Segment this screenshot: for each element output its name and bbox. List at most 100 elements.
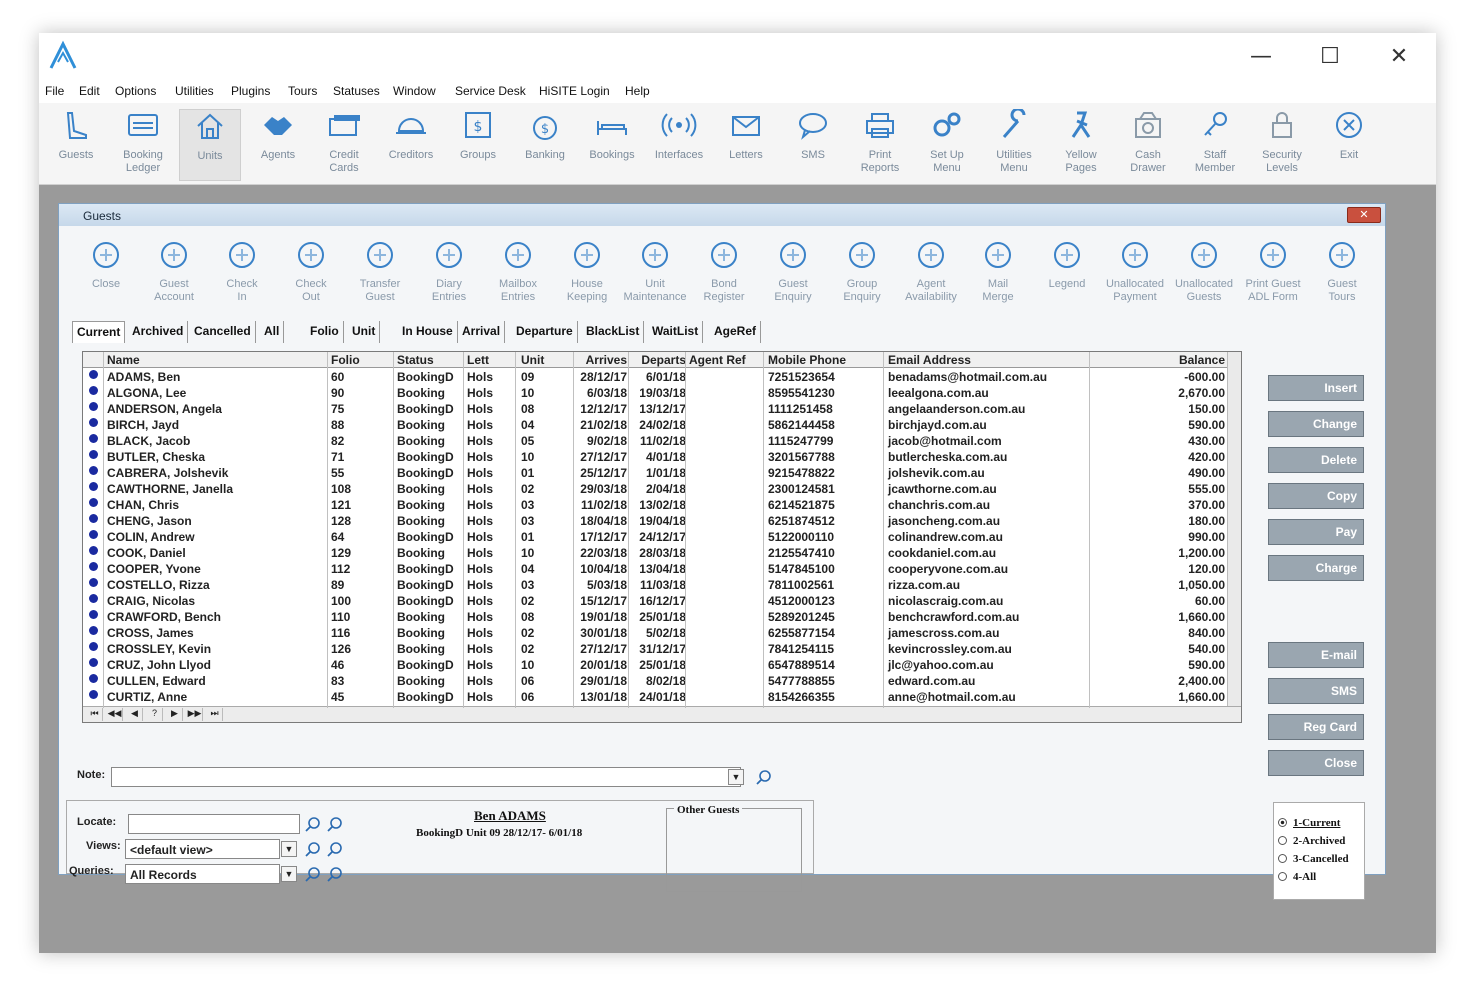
record-nav-button[interactable]: ◀◀ bbox=[107, 708, 123, 721]
column-header[interactable]: Mobile Phone bbox=[768, 353, 846, 367]
menu-tours[interactable]: Tours bbox=[288, 84, 317, 98]
column-header[interactable]: Email Address bbox=[888, 353, 971, 367]
email-button[interactable]: E-mail bbox=[1268, 642, 1364, 668]
tab-in-house[interactable]: In House bbox=[398, 321, 458, 343]
note-input[interactable] bbox=[111, 767, 741, 787]
guests-toolbar-mail-merge-button[interactable]: Mail Merge bbox=[965, 238, 1031, 310]
guests-toolbar-guest-enquiry-button[interactable]: Guest Enquiry bbox=[760, 238, 826, 310]
toolbar-guests-button[interactable]: Guests bbox=[45, 109, 107, 181]
table-row[interactable]: CHAN, Chris 121 Booking Hols 03 11/02/18 13/02… bbox=[83, 497, 1229, 513]
table-row[interactable]: ANDERSON, Angela 75 BookingD Hols 08 12/12/17… bbox=[83, 401, 1229, 417]
table-row[interactable]: CULLEN, Edward 83 Booking Hols 06 29/01/18 8/0… bbox=[83, 673, 1229, 689]
radio-current[interactable]: 1-Current bbox=[1278, 817, 1340, 829]
table-row[interactable]: CURTIZ, Anne 45 BookingD Hols 06 13/01/18 24/0… bbox=[83, 689, 1229, 705]
tab-waitlist[interactable]: WaitList bbox=[648, 321, 704, 343]
table-row[interactable]: BIRCH, Jayd 88 Booking Hols 04 21/02/18 24/02/… bbox=[83, 417, 1229, 433]
charge-button[interactable]: Charge bbox=[1268, 555, 1364, 581]
tab-current[interactable]: Current bbox=[72, 321, 126, 343]
toolbar-print-reports-button[interactable]: Print Reports bbox=[849, 109, 911, 181]
column-header[interactable]: Departs bbox=[630, 353, 686, 367]
guests-toolbar-close-button[interactable]: Close bbox=[73, 238, 139, 310]
guests-toolbar-transfer-guest-button[interactable]: Transfer Guest bbox=[347, 238, 413, 310]
search-icon[interactable] bbox=[305, 841, 321, 857]
table-row[interactable]: CHENG, Jason 128 Booking Hols 03 18/04/18 19/0… bbox=[83, 513, 1229, 529]
column-header[interactable]: Arrives bbox=[577, 353, 627, 367]
menu-file[interactable]: File bbox=[45, 84, 64, 98]
guests-toolbar-unit-maintenance-button[interactable]: Unit Maintenance bbox=[622, 238, 688, 310]
menu-utilities[interactable]: Utilities bbox=[175, 84, 214, 98]
table-row[interactable]: COOK, Daniel 129 Booking Hols 10 22/03/18 28/0… bbox=[83, 545, 1229, 561]
search-icon[interactable] bbox=[756, 769, 772, 785]
menu-service-desk[interactable]: Service Desk bbox=[455, 84, 526, 98]
column-header[interactable]: Status bbox=[397, 353, 434, 367]
tab-folio[interactable]: Folio bbox=[306, 321, 344, 343]
toolbar-staff-member-button[interactable]: Staff Member bbox=[1184, 109, 1246, 181]
column-header[interactable]: Lett bbox=[467, 353, 489, 367]
guests-toolbar-agent-availability-button[interactable]: Agent Availability bbox=[898, 238, 964, 310]
reg-card-button[interactable]: Reg Card bbox=[1268, 714, 1364, 740]
copy-button[interactable]: Copy bbox=[1268, 483, 1364, 509]
column-header[interactable]: Folio bbox=[331, 353, 360, 367]
toolbar-credit-cards-button[interactable]: Credit Cards bbox=[313, 109, 375, 181]
column-header[interactable]: Name bbox=[107, 353, 140, 367]
record-nav-button[interactable]: ◀ bbox=[127, 708, 143, 721]
tab-departure[interactable]: Departure bbox=[512, 321, 578, 343]
column-header[interactable]: Balance bbox=[1173, 353, 1225, 367]
guests-toolbar-mailbox-entries-button[interactable]: Mailbox Entries bbox=[485, 238, 551, 310]
queries-select[interactable]: All Records bbox=[125, 864, 280, 884]
menu-hisite-login[interactable]: HiSITE Login bbox=[539, 84, 610, 98]
guests-toolbar-unallocated-payment-button[interactable]: Unallocated Payment bbox=[1102, 238, 1168, 310]
column-header[interactable]: Unit bbox=[521, 353, 544, 367]
tab-all[interactable]: All bbox=[260, 321, 285, 343]
record-nav-button[interactable]: ⏮ bbox=[87, 708, 103, 721]
table-row[interactable]: CRUZ, John Llyod 46 BookingD Hols 10 20/01/18… bbox=[83, 657, 1229, 673]
guests-toolbar-check-in-button[interactable]: Check In bbox=[209, 238, 275, 310]
guests-toolbar-group-enquiry-button[interactable]: Group Enquiry bbox=[829, 238, 895, 310]
guests-toolbar-house-keeping-button[interactable]: House Keeping bbox=[554, 238, 620, 310]
guests-toolbar-bond-register-button[interactable]: Bond Register bbox=[691, 238, 757, 310]
toolbar-agents-button[interactable]: Agents bbox=[247, 109, 309, 181]
toolbar-letters-button[interactable]: Letters bbox=[715, 109, 777, 181]
close-button[interactable]: Close bbox=[1268, 750, 1364, 776]
table-row[interactable]: CRAWFORD, Bench 110 Booking Hols 08 19/01/18 2… bbox=[83, 609, 1229, 625]
column-header[interactable]: Agent Ref bbox=[689, 353, 746, 367]
tab-arrival[interactable]: Arrival bbox=[458, 321, 506, 343]
menu-window[interactable]: Window bbox=[393, 84, 436, 98]
guests-toolbar-unallocated-guests-button[interactable]: Unallocated Guests bbox=[1171, 238, 1237, 310]
close-window-button[interactable]: ✕ bbox=[1376, 41, 1422, 71]
record-nav-button[interactable]: ▶ bbox=[167, 708, 183, 721]
toolbar-security-levels-button[interactable]: Security Levels bbox=[1251, 109, 1313, 181]
table-row[interactable]: ADAMS, Ben 60 BookingD Hols 09 28/12/17 6/01/1… bbox=[83, 369, 1229, 385]
insert-button[interactable]: Insert bbox=[1268, 375, 1364, 401]
tab-cancelled[interactable]: Cancelled bbox=[190, 321, 256, 343]
toolbar-setup-menu-button[interactable]: Set Up Menu bbox=[916, 109, 978, 181]
record-nav-button[interactable]: ? bbox=[147, 708, 163, 721]
table-row[interactable]: CRAIG, Nicolas 100 BookingD Hols 02 15/12/17 1… bbox=[83, 593, 1229, 609]
menu-help[interactable]: Help bbox=[625, 84, 650, 98]
tab-unit[interactable]: Unit bbox=[348, 321, 381, 343]
search-icon[interactable] bbox=[305, 816, 321, 832]
menu-edit[interactable]: Edit bbox=[79, 84, 100, 98]
table-row[interactable]: COOPER, Yvone 112 BookingD Hols 04 10/04/18 13… bbox=[83, 561, 1229, 577]
guests-toolbar-diary-entries-button[interactable]: Diary Entries bbox=[416, 238, 482, 310]
radio-button[interactable] bbox=[1278, 872, 1287, 881]
record-nav-button[interactable]: ▶▶ bbox=[187, 708, 203, 721]
record-nav-button[interactable]: ⏭ bbox=[207, 708, 223, 721]
radio-button[interactable] bbox=[1278, 818, 1287, 827]
table-row[interactable]: COLIN, Andrew 64 BookingD Hols 01 17/12/17 24/… bbox=[83, 529, 1229, 545]
pay-button[interactable]: Pay bbox=[1268, 519, 1364, 545]
toolbar-interfaces-button[interactable]: Interfaces bbox=[648, 109, 710, 181]
table-row[interactable]: CABRERA, Jolshevik 55 BookingD Hols 01 25/12/… bbox=[83, 465, 1229, 481]
search-icon[interactable] bbox=[327, 816, 343, 832]
note-dropdown-button[interactable]: ▼ bbox=[728, 769, 744, 785]
toolbar-utilities-menu-button[interactable]: Utilities Menu bbox=[983, 107, 1045, 181]
tab-blacklist[interactable]: BlackList bbox=[582, 321, 645, 343]
maximize-button[interactable]: ☐ bbox=[1307, 41, 1353, 71]
table-row[interactable]: CROSSLEY, Kevin 126 Booking Hols 02 27/12/17 3… bbox=[83, 641, 1229, 657]
toolbar-booking-ledger-button[interactable]: Booking Ledger bbox=[112, 109, 174, 181]
radio-button[interactable] bbox=[1278, 854, 1287, 863]
locate-input[interactable] bbox=[128, 814, 300, 834]
menu-plugins[interactable]: Plugins bbox=[231, 84, 270, 98]
tab-ageref[interactable]: AgeRef bbox=[710, 321, 762, 343]
search-icon[interactable] bbox=[305, 866, 321, 882]
